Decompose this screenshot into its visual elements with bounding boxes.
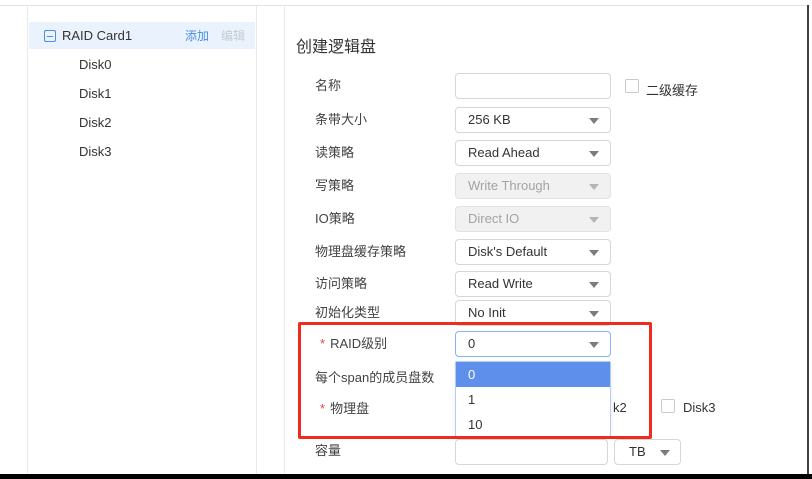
- raid-card-label: RAID Card1: [62, 28, 132, 43]
- secondary-cache-checkbox[interactable]: [625, 79, 639, 93]
- required-marker: *: [320, 401, 325, 416]
- page-title: 创建逻辑盘: [296, 33, 376, 57]
- dropdown-option-0[interactable]: 0: [456, 362, 610, 387]
- physical-disk-label-text: 物理盘: [330, 401, 369, 416]
- disk2-label-partial: k2: [613, 400, 627, 415]
- io-policy-label: IO策略: [315, 206, 355, 232]
- chevron-down-icon: [589, 282, 599, 288]
- page-bottom-border: [0, 474, 812, 479]
- edit-link: 编辑: [221, 27, 245, 44]
- capacity-unit-value: TB: [629, 444, 646, 459]
- raid-level-select[interactable]: 0: [455, 331, 611, 357]
- disk3-checkbox-label: Disk3: [683, 400, 716, 415]
- pd-cache-policy-label: 物理盘缓存策略: [315, 239, 406, 265]
- raid-config-page: RAID Card1 添加 编辑 Disk0 Disk1 Disk2 Disk3…: [0, 0, 812, 479]
- dropdown-option-10[interactable]: 10: [456, 412, 610, 437]
- disk-tree-panel: RAID Card1 添加 编辑 Disk0 Disk1 Disk2 Disk3: [27, 6, 257, 474]
- stripe-size-value: 256 KB: [468, 112, 511, 127]
- read-policy-select[interactable]: Read Ahead: [455, 140, 611, 166]
- tree-node-disk0[interactable]: Disk0: [79, 52, 112, 78]
- collapse-minus-icon[interactable]: [44, 30, 56, 42]
- write-policy-label: 写策略: [315, 173, 354, 199]
- physical-disk-label: * 物理盘: [320, 396, 369, 422]
- raid-level-label: * RAID级别: [320, 331, 387, 357]
- dropdown-option-1[interactable]: 1: [456, 387, 610, 412]
- chevron-down-icon: [589, 151, 599, 157]
- tree-node-disk3[interactable]: Disk3: [79, 139, 112, 165]
- init-type-label: 初始化类型: [315, 300, 380, 326]
- raid-level-label-text: RAID级别: [330, 336, 387, 351]
- tree-node-disk2[interactable]: Disk2: [79, 110, 112, 136]
- stripe-size-select[interactable]: 256 KB: [455, 107, 611, 133]
- required-marker: *: [320, 336, 325, 351]
- chevron-down-icon: [660, 450, 670, 456]
- io-policy-select: Direct IO: [455, 206, 611, 232]
- pd-cache-policy-select[interactable]: Disk's Default: [455, 239, 611, 265]
- raid-level-dropdown: 0 1 10: [455, 361, 611, 437]
- pd-cache-policy-value: Disk's Default: [468, 244, 547, 259]
- access-policy-label: 访问策略: [315, 271, 367, 297]
- write-policy-select: Write Through: [455, 173, 611, 199]
- tree-actions: 添加 编辑: [185, 27, 245, 44]
- read-policy-value: Read Ahead: [468, 145, 540, 160]
- access-policy-select[interactable]: Read Write: [455, 271, 611, 297]
- tree-node-raid-card[interactable]: RAID Card1 添加 编辑: [29, 22, 255, 49]
- capacity-input[interactable]: [455, 439, 608, 465]
- capacity-label: 容量: [315, 438, 341, 464]
- disk3-checkbox[interactable]: [661, 399, 675, 413]
- page-right-border: [807, 5, 809, 474]
- write-policy-value: Write Through: [468, 178, 550, 193]
- add-link[interactable]: 添加: [185, 27, 209, 44]
- chevron-down-icon: [589, 342, 599, 348]
- chevron-down-icon: [589, 217, 599, 223]
- capacity-unit-select[interactable]: TB: [614, 439, 681, 465]
- form-panel-border: [284, 6, 285, 474]
- span-members-label: 每个span的成员盘数: [315, 365, 434, 391]
- read-policy-label: 读策略: [315, 140, 354, 166]
- chevron-down-icon: [589, 250, 599, 256]
- io-policy-value: Direct IO: [468, 211, 519, 226]
- name-input[interactable]: [455, 73, 611, 99]
- init-type-value: No Init: [468, 305, 506, 320]
- tree-node-disk1[interactable]: Disk1: [79, 81, 112, 107]
- name-label: 名称: [315, 73, 341, 99]
- chevron-down-icon: [589, 184, 599, 190]
- init-type-select[interactable]: No Init: [455, 300, 611, 326]
- secondary-cache-label: 二级缓存: [646, 80, 698, 99]
- raid-level-value: 0: [468, 336, 475, 351]
- stripe-size-label: 条带大小: [315, 107, 367, 133]
- access-policy-value: Read Write: [468, 276, 533, 291]
- chevron-down-icon: [589, 118, 599, 124]
- chevron-down-icon: [589, 311, 599, 317]
